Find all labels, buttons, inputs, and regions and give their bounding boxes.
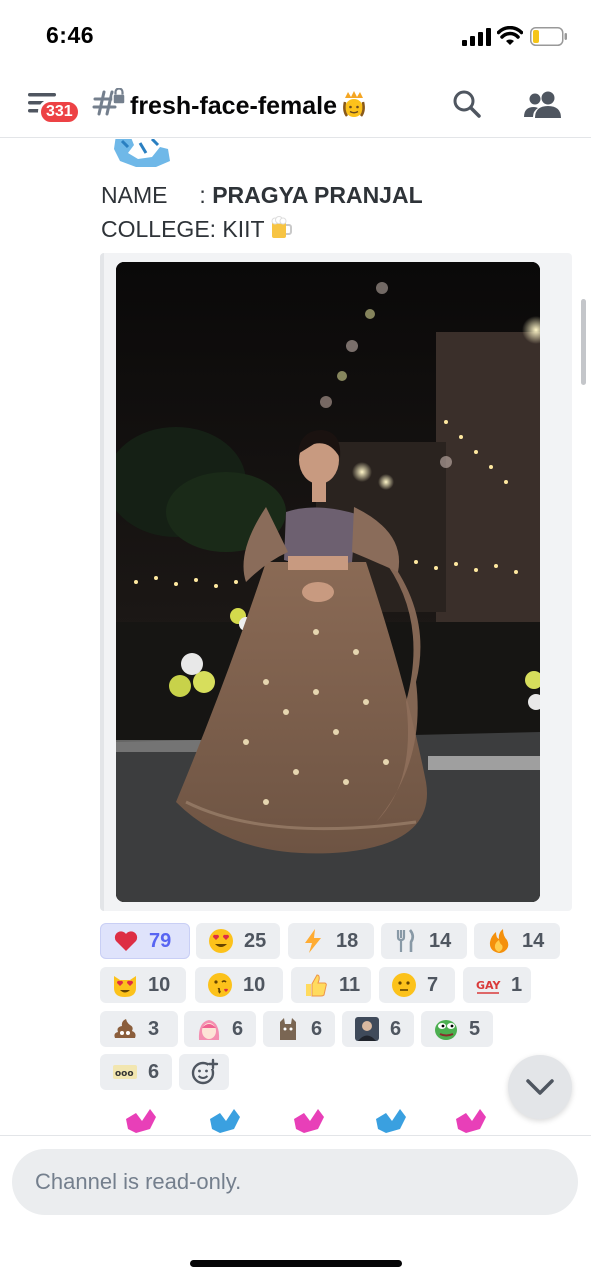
- heart-eyes-icon: [209, 929, 233, 953]
- wifi-icon: [497, 26, 523, 45]
- reaction-ooo-custom[interactable]: ooo 6: [100, 1054, 172, 1090]
- photo-content: [116, 262, 540, 902]
- readonly-input[interactable]: Channel is read-only.: [12, 1149, 578, 1215]
- mention-badge[interactable]: 331: [38, 99, 81, 125]
- status-time: 6:46: [46, 22, 95, 48]
- animated-emote-row: [126, 1109, 486, 1133]
- anime-girl-icon: [198, 1020, 220, 1040]
- search-icon[interactable]: [452, 89, 482, 119]
- sparkle-emote-blue-icon: [210, 1109, 240, 1133]
- reaction-pile-of-poo[interactable]: 3: [100, 1011, 178, 1047]
- lightning-icon: [305, 929, 321, 953]
- svg-text:GAY: GAY: [476, 979, 501, 992]
- message-list[interactable]: NAME : PRAGYA PRANJAL COLLEGE: KIIT 79 2…: [0, 139, 591, 1135]
- fire-icon: [489, 929, 509, 953]
- reaction-cat-custom[interactable]: 6: [263, 1011, 335, 1047]
- reaction-gay-sticker[interactable]: GAY 1: [463, 967, 531, 1003]
- reaction-thumbs-up[interactable]: 11: [291, 967, 371, 1003]
- image-embed: [100, 253, 572, 911]
- reaction-fire[interactable]: 14: [474, 923, 560, 959]
- sparkle-emote-pink-icon: [126, 1109, 156, 1133]
- battery-icon: [530, 27, 567, 46]
- members-icon[interactable]: [524, 89, 562, 119]
- scrollbar-thumb[interactable]: [581, 299, 586, 385]
- reaction-anime-girl[interactable]: 6: [184, 1011, 256, 1047]
- reaction-person-photo[interactable]: 6: [342, 1011, 414, 1047]
- beer-mug-emoji: [271, 216, 292, 238]
- add-reaction-button[interactable]: [179, 1054, 229, 1090]
- heart-eyes-cat-icon: [114, 976, 136, 997]
- attached-photo[interactable]: [116, 262, 540, 902]
- pile-of-poo-icon: [114, 1019, 136, 1038]
- cat-custom-icon: [280, 1018, 296, 1040]
- fork-knife-icon: [396, 929, 415, 952]
- person-photo-icon: [355, 1017, 379, 1041]
- red-heart-icon: [114, 931, 138, 951]
- status-bar: 6:46: [0, 0, 591, 70]
- channel-header: 331 fresh-face-female: [0, 78, 591, 138]
- channel-lock-icon: [92, 88, 126, 116]
- reaction-heart-eyes-cat[interactable]: 10: [100, 967, 186, 1003]
- cellular-signal-icon: [462, 28, 491, 46]
- face-blowing-kiss-icon: [208, 973, 232, 997]
- pepe-custom-icon: [435, 1020, 457, 1040]
- crown-emoji: [343, 91, 365, 117]
- message-name-line: NAME : PRAGYA PRANJAL: [101, 182, 423, 208]
- thumbs-up-icon: [306, 974, 327, 997]
- reaction-fork-knife[interactable]: 14: [381, 923, 467, 959]
- reaction-heart-eyes[interactable]: 25: [196, 923, 280, 959]
- add-reaction-icon: [191, 1058, 219, 1085]
- message-college-line: COLLEGE: KIIT: [101, 216, 293, 243]
- home-indicator[interactable]: [190, 1260, 402, 1267]
- reaction-pepe-custom[interactable]: 5: [421, 1011, 493, 1047]
- reaction-lightning[interactable]: 18: [288, 923, 374, 959]
- reaction-face-blowing-kiss[interactable]: 10: [195, 967, 283, 1003]
- neutral-face-icon: [392, 973, 416, 997]
- ooo-custom-icon: ooo: [113, 1065, 137, 1079]
- message-input-area: Channel is read-only.: [0, 1135, 591, 1280]
- reaction-neutral-face[interactable]: 7: [379, 967, 455, 1003]
- reaction-red-heart[interactable]: 79: [100, 923, 190, 959]
- svg-text:ooo: ooo: [115, 1069, 134, 1079]
- channel-name[interactable]: fresh-face-female: [130, 89, 369, 121]
- readonly-placeholder: Channel is read-only.: [35, 1169, 242, 1194]
- sparkle-emote-icon: [114, 139, 170, 167]
- member-name: PRAGYA PRANJAL: [212, 182, 423, 208]
- gay-sticker-icon: GAY: [476, 979, 501, 994]
